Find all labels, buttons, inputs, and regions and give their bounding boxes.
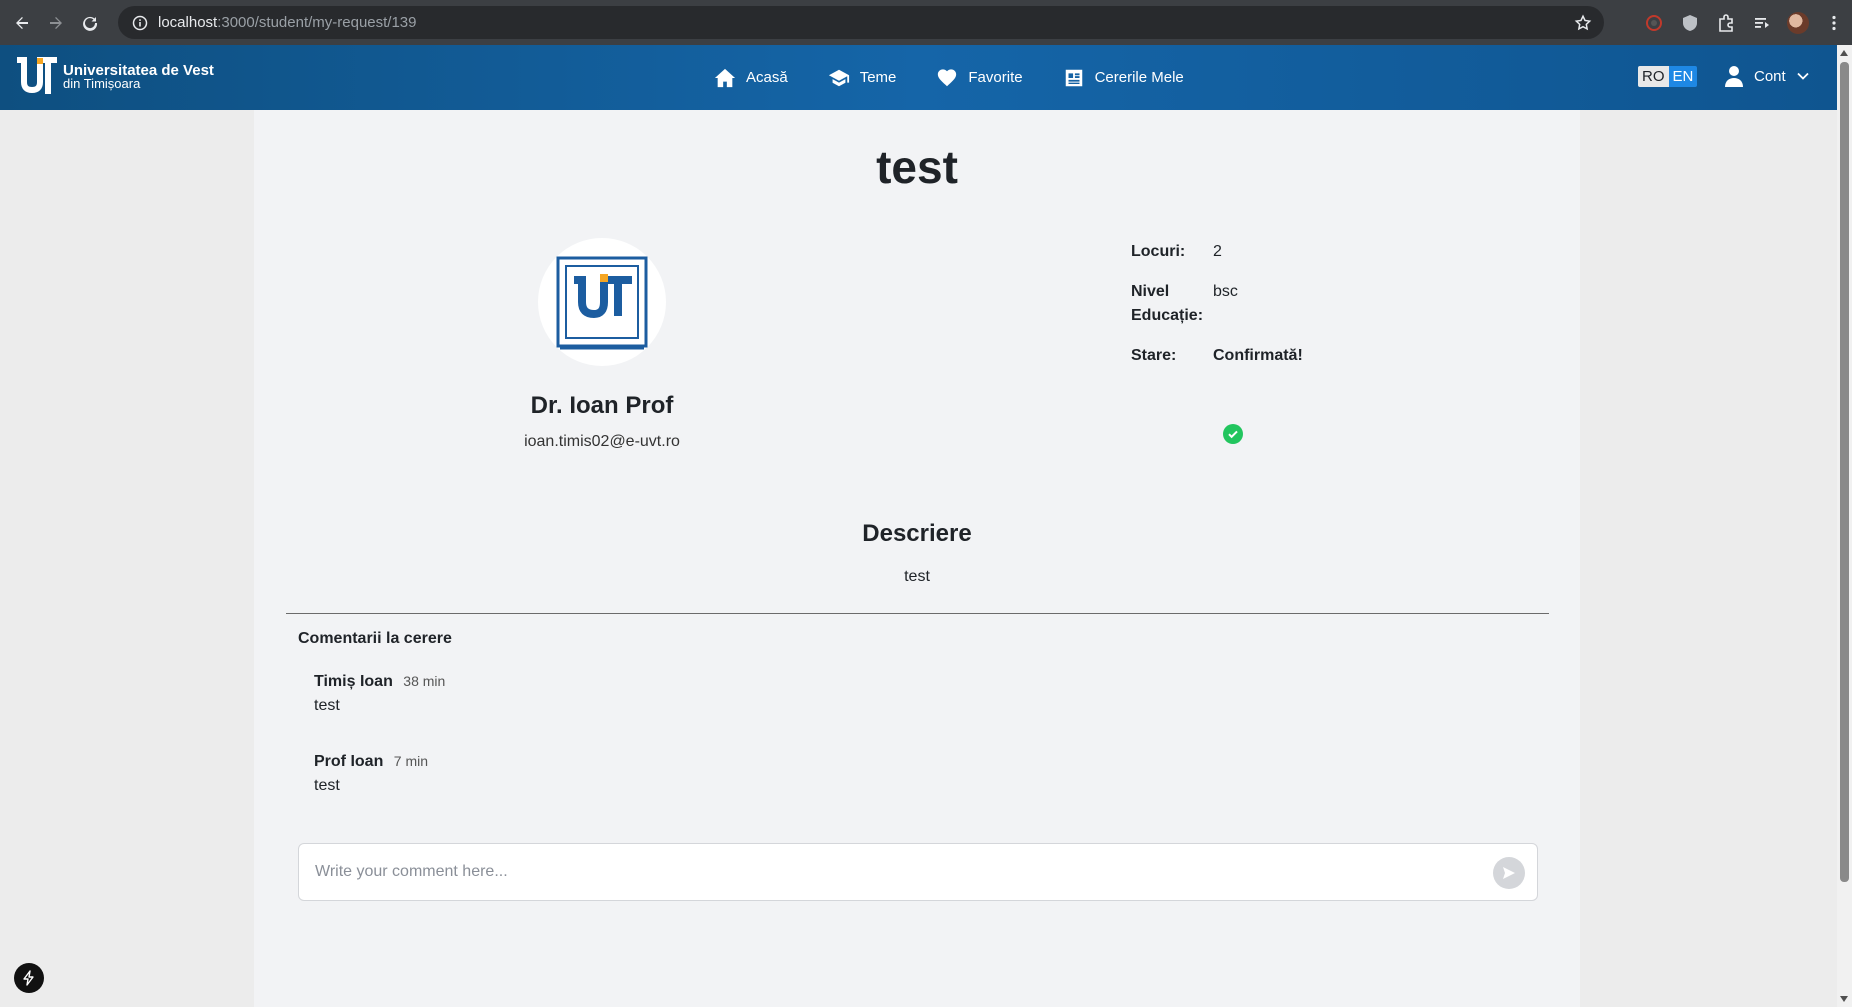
comments-heading: Comentarii la cerere xyxy=(298,630,452,647)
uvt-logo-icon xyxy=(13,56,59,98)
browser-toolbar: localhost:3000/student/my-request/139 xyxy=(0,0,1852,45)
description-heading: Descriere xyxy=(862,520,972,547)
description-text: test xyxy=(904,568,930,585)
comment-time: 38 min xyxy=(403,673,446,689)
detail-row-status: Stare: Confirmată! xyxy=(1131,344,1303,368)
nav-favorites-label: Favorite xyxy=(968,69,1023,86)
comment-item: Prof Ioan 7 min test xyxy=(314,753,428,795)
professor-avatar xyxy=(538,238,666,366)
lang-ro-button[interactable]: RO xyxy=(1638,66,1669,87)
site-info-icon[interactable] xyxy=(132,15,148,31)
section-divider xyxy=(286,613,1549,614)
heart-icon xyxy=(938,68,957,86)
comment-text: test xyxy=(314,697,340,714)
user-icon xyxy=(1725,66,1743,87)
request-detail-panel: test Dr. Ioan Prof ioan.timis02@e-uvt.ro… xyxy=(254,110,1580,1007)
detail-value: 2 xyxy=(1213,243,1222,260)
comment-composer xyxy=(298,843,1538,901)
profile-avatar-icon[interactable] xyxy=(1787,11,1809,34)
detail-label: Nivel Educație: xyxy=(1131,283,1204,324)
professor-name: Dr. Ioan Prof xyxy=(530,392,674,419)
address-bar[interactable]: localhost:3000/student/my-request/139 xyxy=(118,6,1604,39)
forward-icon[interactable] xyxy=(44,11,68,35)
comment-text: test xyxy=(314,777,340,794)
lightning-bolt-icon xyxy=(23,970,34,986)
app-header: Universitatea de Vest din Timișoara Acas… xyxy=(0,45,1837,110)
comment-item: Timiș Ioan 38 min test xyxy=(314,673,445,715)
detail-value: bsc xyxy=(1213,283,1238,300)
professor-email: ioan.timis02@e-uvt.ro xyxy=(524,433,680,450)
chevron-down-icon xyxy=(1797,72,1809,80)
main-nav: Acasă Teme Favorite Cererile Mele xyxy=(714,45,1224,110)
comment-author: Timiș Ioan xyxy=(314,673,393,690)
nav-favorites[interactable]: Favorite xyxy=(936,67,1023,89)
comment-time: 7 min xyxy=(393,753,429,769)
reload-icon[interactable] xyxy=(78,11,102,35)
confirmed-check-icon xyxy=(1223,424,1243,444)
request-title: test xyxy=(876,141,958,193)
nav-my-requests[interactable]: Cererile Mele xyxy=(1063,67,1184,89)
extension-record-icon[interactable] xyxy=(1643,12,1665,34)
university-logo[interactable]: Universitatea de Vest din Timișoara xyxy=(13,56,214,98)
send-comment-button[interactable] xyxy=(1493,857,1525,889)
home-icon xyxy=(714,68,736,87)
scroll-up-icon[interactable] xyxy=(1840,50,1848,56)
scroll-thumb[interactable] xyxy=(1840,62,1849,882)
detail-label: Locuri: xyxy=(1131,243,1186,260)
nav-topics-label: Teme xyxy=(859,69,897,86)
back-icon[interactable] xyxy=(10,11,34,35)
detail-label: Stare: xyxy=(1131,347,1177,364)
extensions-puzzle-icon[interactable] xyxy=(1715,12,1737,34)
graduation-cap-icon xyxy=(828,69,849,86)
detail-row-education: Nivel Educație: bsc xyxy=(1131,280,1303,328)
browser-menu-icon[interactable] xyxy=(1823,12,1845,34)
lang-en-button[interactable]: EN xyxy=(1668,66,1698,87)
shield-extension-icon[interactable] xyxy=(1679,12,1701,34)
scroll-down-icon[interactable] xyxy=(1840,996,1848,1002)
bookmark-star-icon[interactable] xyxy=(1574,14,1592,32)
request-details: Locuri: 2 Nivel Educație: bsc Stare: Con… xyxy=(1131,240,1303,384)
account-menu[interactable]: Cont xyxy=(1724,65,1810,87)
status-value: Confirmată! xyxy=(1213,347,1303,364)
account-label: Cont xyxy=(1754,67,1786,85)
media-controls-icon[interactable] xyxy=(1751,12,1773,34)
nav-topics[interactable]: Teme xyxy=(828,67,897,89)
language-switch: RO EN xyxy=(1638,66,1698,87)
send-icon xyxy=(1503,867,1515,879)
comment-author: Prof Ioan xyxy=(314,753,384,770)
dev-tools-bolt-button[interactable] xyxy=(14,963,44,993)
detail-row-places: Locuri: 2 xyxy=(1131,240,1303,264)
url-text: localhost:3000/student/my-request/139 xyxy=(158,14,417,31)
comment-input[interactable] xyxy=(315,844,1465,900)
nav-home-label: Acasă xyxy=(746,69,788,86)
page-scrollbar[interactable] xyxy=(1837,45,1852,1007)
nav-my-requests-label: Cererile Mele xyxy=(1094,69,1184,86)
document-list-icon xyxy=(1065,69,1082,86)
uvt-avatar-logo-icon xyxy=(556,256,648,350)
nav-home[interactable]: Acasă xyxy=(714,67,788,89)
